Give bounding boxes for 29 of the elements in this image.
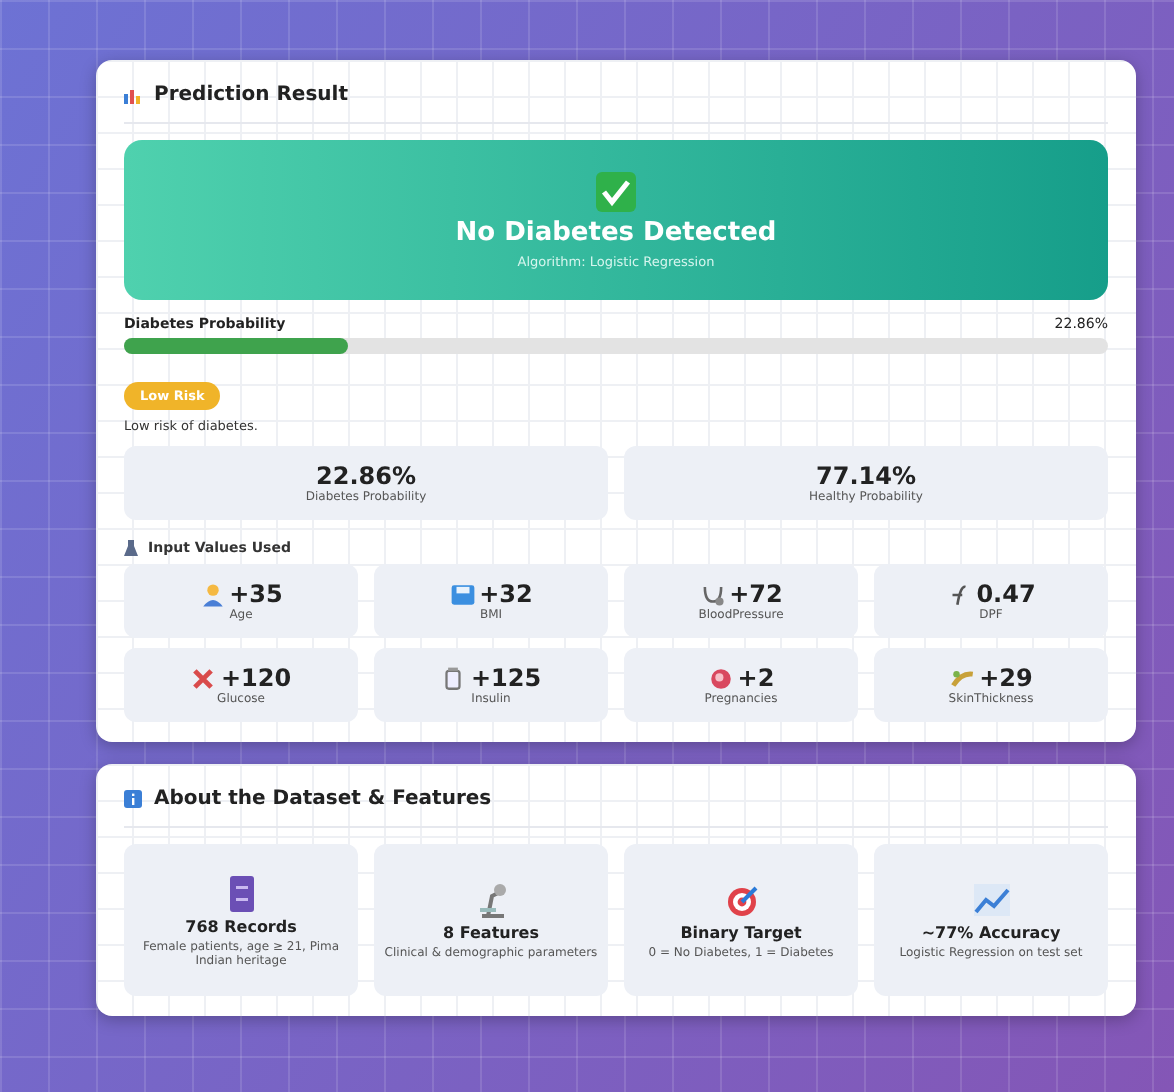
- input-icon: [949, 665, 976, 691]
- input-value: +29: [979, 664, 1033, 692]
- flask-icon: [124, 540, 138, 556]
- info-icon: [124, 790, 142, 808]
- feature-icon: [971, 880, 1011, 920]
- input-value: +2: [737, 664, 775, 692]
- input-icon: [440, 665, 467, 691]
- input-value: +125: [470, 664, 542, 692]
- input-value: +32: [479, 580, 533, 608]
- card-title: Prediction Result: [154, 84, 348, 106]
- input-value: +120: [220, 664, 292, 692]
- input-icon: [699, 581, 726, 607]
- input-icon: [707, 665, 734, 691]
- stat-value: 22.86%: [316, 462, 416, 490]
- feature-title: ~77% Accuracy: [921, 924, 1061, 942]
- input-value: 0.47: [976, 580, 1036, 608]
- result-headline: No Diabetes Detected: [455, 217, 777, 247]
- feature-title: 768 Records: [185, 917, 297, 935]
- feature-title: Binary Target: [680, 924, 802, 942]
- stat-value: 77.14%: [816, 462, 916, 490]
- card-title: About the Dataset & Features: [154, 788, 492, 810]
- bar-chart-icon: [124, 87, 142, 103]
- input-icon: [449, 581, 476, 607]
- input-value: +72: [729, 580, 783, 608]
- input-value: +35: [229, 580, 283, 608]
- checkmark-icon: [596, 171, 636, 211]
- input-icon: [199, 581, 226, 607]
- feature-title: 8 Features: [443, 924, 539, 942]
- input-icon: [190, 665, 217, 691]
